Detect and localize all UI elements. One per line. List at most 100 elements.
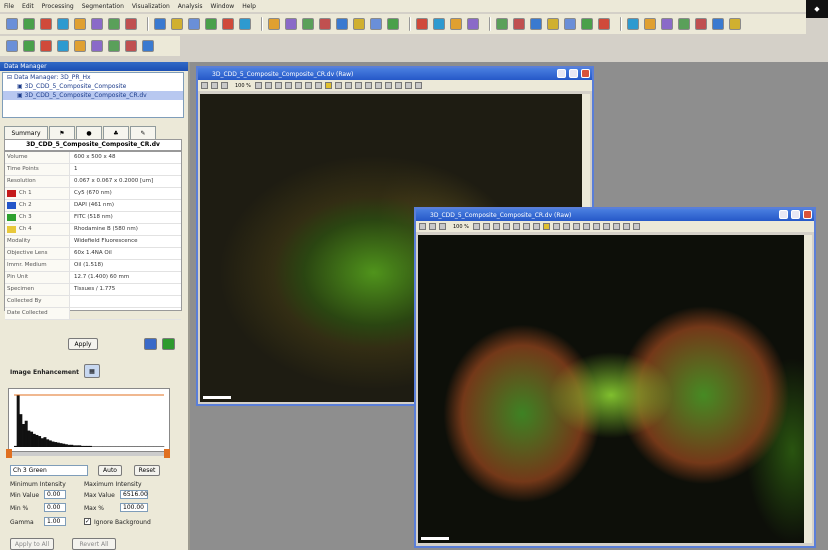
window-tool-icon[interactable] [354,82,362,89]
window-tool-icon[interactable] [324,82,332,89]
toolbar-tool-icon[interactable] [91,40,103,52]
window-tool-icon[interactable] [532,223,540,230]
min-pct-field[interactable]: 0.00 [44,503,66,512]
gamma-field[interactable]: 1.00 [44,517,66,526]
window-tool-icon[interactable] [592,223,600,230]
window-tool-icon[interactable] [572,223,580,230]
toolbar-tool-icon[interactable] [188,18,200,30]
menu-help[interactable]: Help [238,3,260,10]
window-tool-icon[interactable] [482,223,490,230]
toolbar-tool-icon[interactable] [23,40,35,52]
window-tool-icon[interactable] [492,223,500,230]
window-tool-icon[interactable] [394,82,402,89]
window-tool-icon[interactable] [201,82,208,89]
toolbar-tool-icon[interactable] [319,18,331,30]
channel-color-swatch[interactable] [7,190,16,197]
window-tool-icon[interactable] [404,82,412,89]
toolbar-tool-icon[interactable] [268,18,280,30]
tree-root[interactable]: ⊟ Data Manager: 3D_PR_Hx [3,73,183,82]
minimize-button[interactable] [779,210,788,219]
menu-processing[interactable]: Processing [38,3,78,10]
menu-visualization[interactable]: Visualization [128,3,174,10]
toolbar-tool-icon[interactable] [239,18,251,30]
toolbar-tool-icon[interactable] [57,40,69,52]
channel-color-swatch[interactable] [7,214,16,221]
enhancement-tool-icon[interactable]: ▦ [84,364,100,378]
toolbar-tool-icon[interactable] [23,18,35,30]
window-tool-icon[interactable] [264,82,272,89]
toolbar-tool-icon[interactable] [154,18,166,30]
toolbar-tool-icon[interactable] [40,40,52,52]
toolbar-tool-icon[interactable] [450,18,462,30]
toolbar-tool-icon[interactable] [285,18,297,30]
toolbar-tool-icon[interactable] [108,40,120,52]
front-window-titlebar[interactable]: 3D_CDD_5_Composite_Composite_CR.dv (Raw) [416,209,814,221]
front-vertical-scrollbar[interactable] [804,235,812,543]
window-tool-icon[interactable] [502,223,510,230]
zoom-level[interactable]: 100 % [235,83,251,89]
toolbar-tool-icon[interactable] [678,18,690,30]
toolbar-tool-icon[interactable] [91,18,103,30]
auto-button[interactable]: Auto [98,465,122,476]
export-icon[interactable] [162,338,175,350]
close-button[interactable] [581,69,590,78]
tab-history[interactable]: ♣ [103,126,129,139]
toolbar-tool-icon[interactable] [171,18,183,30]
maximize-button[interactable] [791,210,800,219]
toolbar-tool-icon[interactable] [108,18,120,30]
apply-button[interactable]: Apply [68,338,98,350]
minimize-button[interactable] [557,69,566,78]
window-tool-icon[interactable] [274,82,282,89]
tab-channels[interactable]: ⚑ [49,126,75,139]
reset-button[interactable]: Reset [134,465,160,476]
menu-analysis[interactable]: Analysis [174,3,207,10]
toolbar-tool-icon[interactable] [74,18,86,30]
toolbar-tool-icon[interactable] [695,18,707,30]
window-tool-icon[interactable] [439,223,446,230]
toolbar-tool-icon[interactable] [627,18,639,30]
menu-file[interactable]: File [0,3,18,10]
toolbar-tool-icon[interactable] [547,18,559,30]
window-tool-icon[interactable] [542,223,550,230]
toolbar-tool-icon[interactable] [387,18,399,30]
window-tool-icon[interactable] [522,223,530,230]
toolbar-tool-icon[interactable] [433,18,445,30]
ignore-background-checkbox[interactable]: ✓ [84,518,91,525]
window-tool-icon[interactable] [582,223,590,230]
toolbar-tool-icon[interactable] [336,18,348,30]
tree-item[interactable]: ▣ 3D_CDD_5_Composite_Composite [3,82,183,91]
window-tool-icon[interactable] [552,223,560,230]
toolbar-tool-icon[interactable] [467,18,479,30]
window-tool-icon[interactable] [344,82,352,89]
channel-select[interactable]: Ch 3 Green [10,465,88,476]
tab-summary[interactable]: Summary [4,126,48,139]
toolbar-tool-icon[interactable] [530,18,542,30]
max-handle[interactable] [164,449,170,458]
toolbar-tool-icon[interactable] [74,40,86,52]
toolbar-tool-icon[interactable] [302,18,314,30]
toolbar-tool-icon[interactable] [205,18,217,30]
window-tool-icon[interactable] [622,223,630,230]
max-pct-field[interactable]: 100.00 [120,503,148,512]
window-tool-icon[interactable] [429,223,436,230]
toolbar-tool-icon[interactable] [142,40,154,52]
tab-notes[interactable]: ✎ [130,126,156,139]
min-value-field[interactable]: 0.00 [44,490,66,499]
zoom-level[interactable]: 100 % [453,224,469,230]
toolbar-tool-icon[interactable] [222,18,234,30]
min-handle[interactable] [6,449,12,458]
toolbar-tool-icon[interactable] [353,18,365,30]
toolbar-tool-icon[interactable] [661,18,673,30]
toolbar-tool-icon[interactable] [6,40,18,52]
toolbar-tool-icon[interactable] [6,18,18,30]
window-tool-icon[interactable] [304,82,312,89]
window-tool-icon[interactable] [334,82,342,89]
window-tool-icon[interactable] [419,223,426,230]
image-window-front[interactable]: 3D_CDD_5_Composite_Composite_CR.dv (Raw)… [414,207,816,548]
toolbar-tool-icon[interactable] [496,18,508,30]
window-tool-icon[interactable] [472,223,480,230]
toolbar-tool-icon[interactable] [729,18,741,30]
microscopy-image-front[interactable] [418,235,804,543]
window-tool-icon[interactable] [364,82,372,89]
window-tool-icon[interactable] [562,223,570,230]
